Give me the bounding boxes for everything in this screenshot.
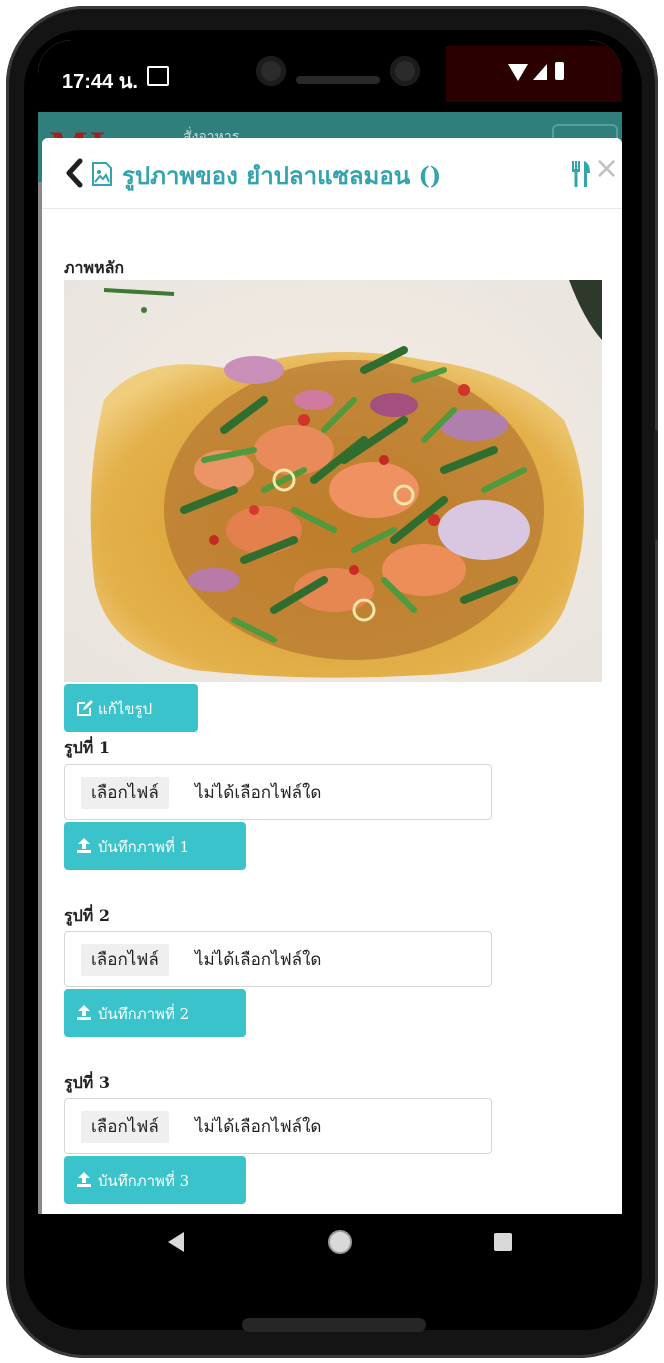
upload-icon <box>77 838 91 853</box>
slot-2-upload-button[interactable]: บันทึกภาพที่ 2 <box>64 989 246 1037</box>
slot-2-file-status: ไม่ได้เลือกไฟล์ใด <box>195 950 322 970</box>
slot-2-label: รูปที่ 2 <box>64 906 110 925</box>
image-modal: รูปภาพของ ยำปลาแซลมอน () × ภาพหลัก แก้ไข… <box>42 138 622 1214</box>
slot-2-choose-file-button[interactable]: เลือกไฟล์ <box>81 944 169 976</box>
status-bar: 17:44 น. <box>38 40 622 112</box>
front-camera-icon <box>256 56 286 86</box>
slot-2-file-input[interactable]: เลือกไฟล์ ไม่ได้เลือกไฟล์ใด <box>64 931 492 987</box>
back-icon[interactable] <box>64 158 84 188</box>
upload-icon <box>77 1172 91 1187</box>
close-icon[interactable]: × <box>594 154 619 184</box>
slot-2-upload-label: บันทึกภาพที่ 2 <box>98 1005 190 1023</box>
modal-title: รูปภาพของ ยำปลาแซลมอน () <box>122 161 442 190</box>
notification-icon <box>147 66 169 86</box>
slot-3-file-input[interactable]: เลือกไฟล์ ไม่ได้เลือกไฟล์ใด <box>64 1098 492 1154</box>
android-nav-bar <box>38 1214 622 1270</box>
slot-3-upload-label: บันทึกภาพที่ 3 <box>98 1172 190 1190</box>
upload-icon <box>77 1005 91 1020</box>
main-image-label: ภาพหลัก <box>64 258 125 277</box>
battery-icon <box>555 62 564 80</box>
utensils-icon <box>572 161 590 187</box>
nav-back-icon[interactable] <box>168 1232 184 1252</box>
edit-icon <box>77 700 93 716</box>
slot-1-choose-file-button[interactable]: เลือกไฟล์ <box>81 777 169 809</box>
nav-home-icon[interactable] <box>328 1230 352 1254</box>
slot-3-choose-file-button[interactable]: เลือกไฟล์ <box>81 1111 169 1143</box>
slot-1-file-status: ไม่ได้เลือกไฟล์ใด <box>195 783 322 803</box>
slot-1-label: รูปที่ 1 <box>64 738 110 757</box>
slot-1-upload-label: บันทึกภาพที่ 1 <box>98 838 190 856</box>
phone-side-button <box>654 430 658 540</box>
bottom-speaker <box>242 1318 426 1332</box>
slot-3-label: รูปที่ 3 <box>64 1073 110 1092</box>
edit-image-label: แก้ไขรูป <box>98 700 153 718</box>
main-dish-image <box>64 280 602 682</box>
status-time: 17:44 น. <box>62 71 138 93</box>
signal-icon <box>533 64 547 80</box>
nav-recents-icon[interactable] <box>494 1233 512 1251</box>
edit-image-button[interactable]: แก้ไขรูป <box>64 684 198 732</box>
slot-3-file-status: ไม่ได้เลือกไฟล์ใด <box>195 1117 322 1137</box>
slot-1-upload-button[interactable]: บันทึกภาพที่ 1 <box>64 822 246 870</box>
wifi-icon <box>508 64 528 81</box>
front-sensor-icon <box>390 56 420 86</box>
slot-3-upload-button[interactable]: บันทึกภาพที่ 3 <box>64 1156 246 1204</box>
slot-1-file-input[interactable]: เลือกไฟล์ ไม่ได้เลือกไฟล์ใด <box>64 764 492 820</box>
modal-header: รูปภาพของ ยำปลาแซลมอน () × <box>42 138 622 209</box>
picture-icon <box>92 162 112 186</box>
earpiece-speaker <box>296 76 380 84</box>
